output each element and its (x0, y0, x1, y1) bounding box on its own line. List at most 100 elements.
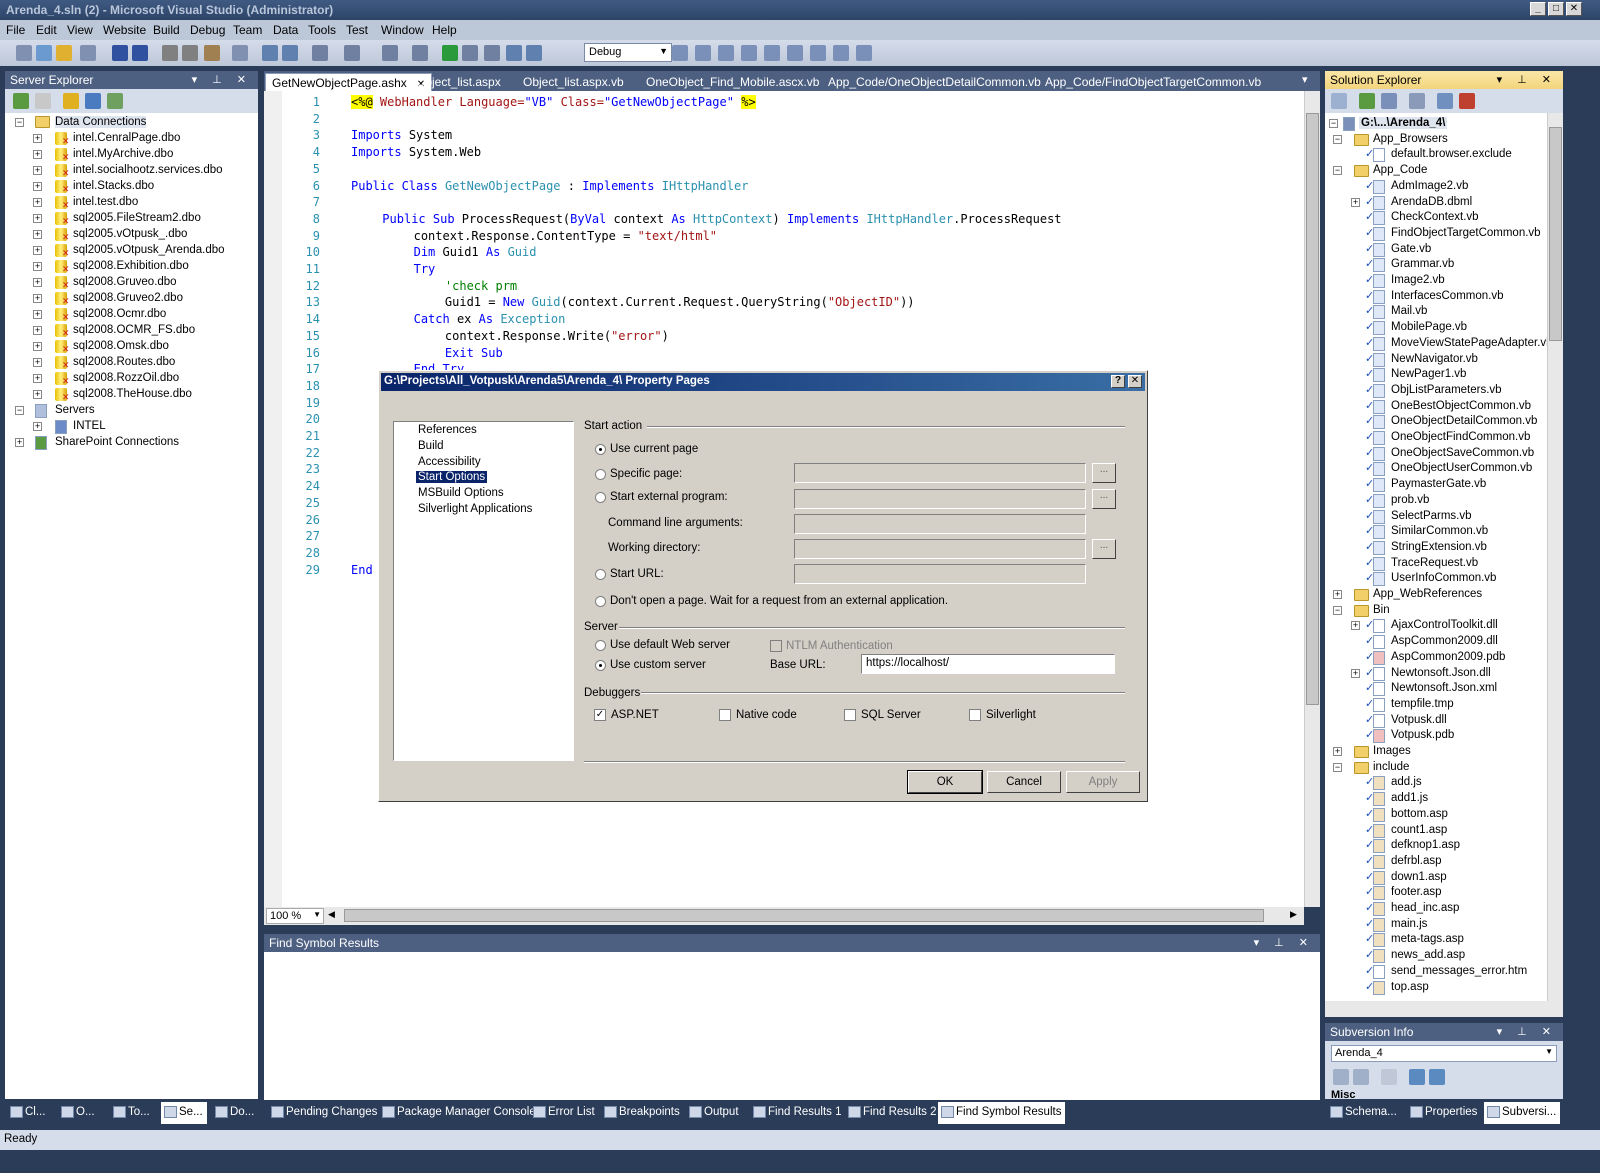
redo-icon[interactable] (344, 45, 360, 61)
nav-item-msbuild-options[interactable]: MSBuild Options (416, 487, 506, 499)
add-new-item-icon[interactable] (80, 45, 96, 61)
editor-tab[interactable]: Object_list.aspx (410, 73, 507, 91)
panel-controls-icon[interactable]: ▾ ⊥ ✕ (1254, 936, 1314, 949)
bottom-tab-breakpoints[interactable]: Breakpoints (601, 1102, 684, 1124)
step-into-icon[interactable] (506, 45, 522, 61)
dialog-close-button[interactable]: ✕ (1128, 375, 1142, 388)
solution-item[interactable]: ✓ AspCommon2009.pdb (1351, 650, 1547, 666)
custom-server-radio[interactable] (595, 660, 606, 671)
tree-item-connection[interactable]: + ✕ sql2005.vOtpusk_Arenda.dbo (33, 243, 255, 259)
default-web-server-radio[interactable] (595, 640, 606, 651)
menu-item-debug[interactable]: Debug (190, 23, 225, 37)
solution-item[interactable]: ✓ Newtonsoft.Json.xml (1351, 681, 1547, 697)
bottom-tab-output[interactable]: Output (686, 1102, 743, 1124)
expand-icon[interactable]: + (33, 422, 42, 431)
tree-item-connection[interactable]: + ✕ intel.socialhootz.services.dbo (33, 163, 255, 179)
bottom-tab-find-symbol-results[interactable]: Find Symbol Results (938, 1102, 1066, 1124)
tree-item-connection[interactable]: + ✕ sql2008.Omsk.dbo (33, 339, 255, 355)
solution-item[interactable]: ✓ OneObjectSaveCommon.vb (1351, 446, 1547, 462)
ok-button[interactable]: OK (907, 770, 983, 794)
aspnet-debugger-checkbox[interactable]: ✓ (594, 709, 606, 721)
browse-page-button[interactable]: ... (1092, 463, 1116, 483)
nav-item-silverlight-applications[interactable]: Silverlight Applications (416, 503, 534, 515)
zoom-dropdown[interactable]: 100 % ▼ (266, 908, 324, 924)
solution-item[interactable]: ✓ OneBestObjectCommon.vb (1351, 399, 1547, 415)
collapse-icon[interactable]: − (1329, 119, 1338, 128)
toolbox-icon[interactable] (764, 45, 780, 61)
solution-item[interactable]: ✓ OneObjectDetailCommon.vb (1351, 414, 1547, 430)
expand-icon[interactable]: + (33, 358, 42, 367)
expand-icon[interactable]: + (33, 182, 42, 191)
tree-item-connection[interactable]: + ✕ intel.test.dbo (33, 195, 255, 211)
find-icon[interactable] (232, 45, 248, 61)
tree-item-connection[interactable]: + ✕ intel.Stacks.dbo (33, 179, 255, 195)
bottom-tab-find-results-1[interactable]: Find Results 1 (750, 1102, 846, 1124)
expand-icon[interactable]: + (1351, 668, 1360, 678)
apply-button[interactable]: Apply (1066, 771, 1140, 793)
solution-item[interactable]: ✓ add1.js (1351, 791, 1547, 807)
refresh-icon[interactable] (1359, 93, 1375, 109)
add-item-icon[interactable] (36, 45, 52, 61)
more-options-icon[interactable] (856, 45, 872, 61)
stop-icon[interactable] (35, 93, 51, 109)
solution-item[interactable]: ✓ footer.asp (1351, 885, 1547, 901)
solution-item[interactable]: ✓ default.browser.exclude (1351, 147, 1547, 163)
solution-item[interactable]: ✓ CheckContext.vb (1351, 210, 1547, 226)
solution-item[interactable]: + ✓ AjaxControlToolkit.dll (1351, 618, 1547, 634)
use-current-page-radio[interactable] (595, 444, 606, 455)
view-code-icon[interactable] (1409, 93, 1425, 109)
menu-item-view[interactable]: View (67, 23, 93, 37)
solution-item[interactable]: ✓ MoveViewStatePageAdapter.vb (1351, 336, 1547, 352)
expand-icon[interactable]: + (33, 198, 42, 207)
solution-item[interactable]: ✓ Votpusk.pdb (1351, 728, 1547, 744)
dont-open-page-radio[interactable] (595, 596, 606, 607)
solution-item[interactable]: ✓ Mail.vb (1351, 304, 1547, 320)
save-icon[interactable] (112, 45, 128, 61)
start-debugging-icon[interactable] (442, 45, 458, 61)
nav-item-accessibility[interactable]: Accessibility (416, 456, 483, 468)
solution-item[interactable]: ✓ OneObjectUserCommon.vb (1351, 461, 1547, 477)
solution-configuration-dropdown[interactable]: Debug ▼ (584, 43, 672, 62)
solution-item[interactable]: − App_Browsers (1333, 132, 1547, 148)
expand-icon[interactable]: + (1333, 590, 1342, 599)
bottom-tab-left[interactable]: Se... (161, 1102, 207, 1124)
start-url-field[interactable] (794, 564, 1086, 584)
sql-server-checkbox[interactable] (844, 709, 856, 721)
horizontal-scrollbar-thumb[interactable] (344, 909, 1264, 922)
solution-item[interactable]: + Images (1333, 744, 1547, 760)
undo-icon[interactable] (312, 45, 328, 61)
expand-icon[interactable]: + (33, 134, 42, 143)
menu-item-build[interactable]: Build (153, 23, 180, 37)
solution-item[interactable]: ✓ OneObjectFindCommon.vb (1351, 430, 1547, 446)
collapse-icon[interactable]: − (15, 118, 24, 127)
solution-item[interactable]: ✓ main.js (1351, 917, 1547, 933)
panel-controls-icon[interactable]: ▾ ⊥ ✕ (192, 73, 252, 86)
solution-item[interactable]: ✓ NewNavigator.vb (1351, 352, 1547, 368)
connect-database-icon[interactable] (63, 93, 79, 109)
tree-item-connection[interactable]: + ✕ sql2008.Exhibition.dbo (33, 259, 255, 275)
extension-manager-icon[interactable] (787, 45, 803, 61)
solution-item[interactable]: − App_Code (1333, 163, 1547, 179)
tree-item-connection[interactable]: + ✕ intel.CenralPage.dbo (33, 131, 255, 147)
editor-vertical-scrollbar[interactable] (1304, 91, 1320, 907)
open-file-icon[interactable] (56, 45, 72, 61)
bottom-tab-left[interactable]: Do... (212, 1102, 258, 1124)
nav-item-build[interactable]: Build (416, 440, 446, 452)
tree-item-connection[interactable]: + ✕ sql2008.Ocmr.dbo (33, 307, 255, 323)
solution-item[interactable]: ✓ news_add.asp (1351, 948, 1547, 964)
ntlm-auth-checkbox[interactable] (770, 640, 782, 652)
solution-item[interactable]: ✓ MobilePage.vb (1351, 320, 1547, 336)
solution-item[interactable]: ✓ Gate.vb (1351, 242, 1547, 258)
scroll-left-icon[interactable]: ◀ (328, 909, 340, 923)
working-directory-field[interactable] (794, 539, 1086, 559)
menu-item-test[interactable]: Test (346, 23, 368, 37)
navigate-forward-icon[interactable] (412, 45, 428, 61)
editor-tab[interactable]: Object_list.aspx.vb (517, 73, 630, 91)
uncomment-icon[interactable] (282, 45, 298, 61)
base-url-field[interactable]: https://localhost/ (861, 654, 1115, 674)
menu-item-help[interactable]: Help (432, 23, 457, 37)
expand-icon[interactable]: + (33, 150, 42, 159)
browse-directory-button[interactable]: ... (1092, 539, 1116, 559)
help-button[interactable]: ? (1111, 375, 1125, 388)
maximize-button[interactable]: □ (1548, 2, 1564, 16)
